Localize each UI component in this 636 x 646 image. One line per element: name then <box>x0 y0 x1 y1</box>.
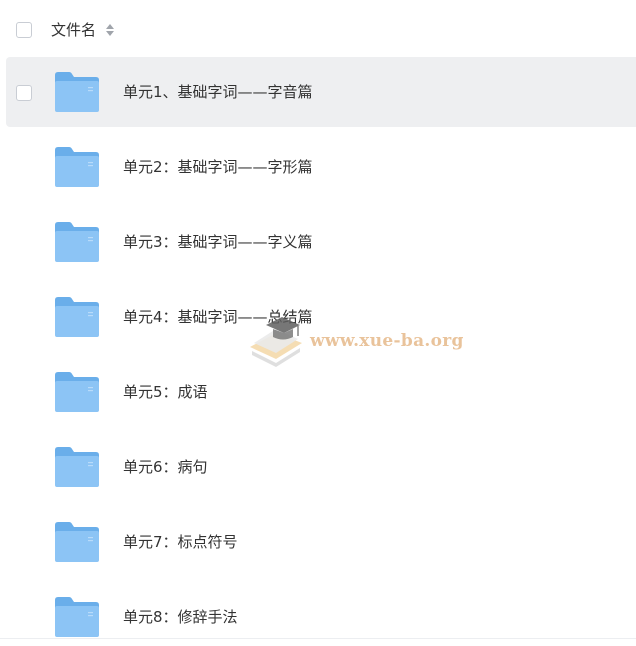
list-bottom-divider <box>0 638 636 639</box>
folder-icon <box>55 147 99 187</box>
file-list-header: 文件名 <box>0 0 636 60</box>
list-item[interactable]: 单元7：标点符号 <box>0 507 636 582</box>
row-checkbox[interactable] <box>16 85 32 101</box>
list-item[interactable]: 单元4：基础字词——总结篇 <box>0 282 636 357</box>
sort-icon[interactable] <box>105 23 115 37</box>
folder-icon <box>55 72 99 112</box>
list-item[interactable]: 单元2：基础字词——字形篇 <box>0 132 636 207</box>
list-item[interactable]: 单元8：修辞手法 <box>0 582 636 646</box>
row-hover-background <box>6 57 636 127</box>
folder-name[interactable]: 单元2：基础字词——字形篇 <box>123 156 313 178</box>
file-list-page: 文件名 单元1、基础字词——字音篇 单元2：基础字词——字形篇 单元3：基础字词… <box>0 0 636 646</box>
select-all-checkbox[interactable] <box>16 22 32 38</box>
list-item[interactable]: 单元6：病句 <box>0 432 636 507</box>
folder-icon <box>55 222 99 262</box>
folder-icon <box>55 372 99 412</box>
list-item[interactable]: 单元1、基础字词——字音篇 <box>0 57 636 132</box>
folder-icon <box>55 597 99 637</box>
folder-icon <box>55 447 99 487</box>
folder-name[interactable]: 单元3：基础字词——字义篇 <box>123 231 313 253</box>
folder-name[interactable]: 单元1、基础字词——字音篇 <box>123 81 313 103</box>
folder-name[interactable]: 单元7：标点符号 <box>123 531 238 553</box>
folder-name[interactable]: 单元5：成语 <box>123 381 208 403</box>
folder-name[interactable]: 单元4：基础字词——总结篇 <box>123 306 313 328</box>
filename-column-header[interactable]: 文件名 <box>51 19 96 41</box>
list-item[interactable]: 单元3：基础字词——字义篇 <box>0 207 636 282</box>
list-item[interactable]: 单元5：成语 <box>0 357 636 432</box>
folder-name[interactable]: 单元6：病句 <box>123 456 208 478</box>
folder-name[interactable]: 单元8：修辞手法 <box>123 606 238 628</box>
folder-icon <box>55 297 99 337</box>
file-list: 单元1、基础字词——字音篇 单元2：基础字词——字形篇 单元3：基础字词——字义… <box>0 57 636 646</box>
folder-icon <box>55 522 99 562</box>
